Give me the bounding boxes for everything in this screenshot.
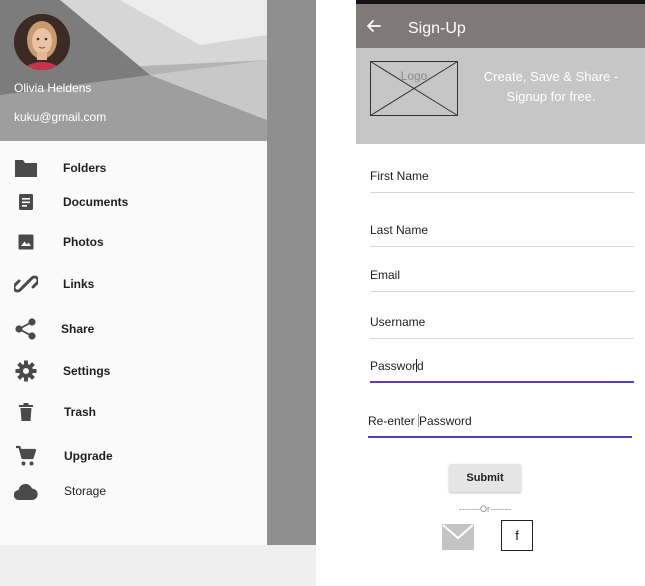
facebook-button[interactable]: f — [501, 520, 533, 551]
signup-banner: Logo Create, Save & Share - Signup for f… — [356, 48, 645, 144]
logo-placeholder: Logo — [370, 61, 458, 116]
app-content-scrim[interactable] — [267, 0, 316, 545]
nav-label: Storage — [64, 484, 107, 498]
banner-tagline: Create, Save & Share - Signup for free. — [483, 69, 619, 104]
username-field[interactable]: Username — [370, 311, 634, 339]
avatar[interactable] — [14, 14, 70, 70]
cart-icon — [13, 444, 39, 468]
folder-icon — [13, 156, 39, 180]
email-field[interactable]: Email — [370, 264, 634, 292]
password-text-end: d — [417, 359, 424, 373]
or-separator: -------Or------- — [459, 504, 511, 514]
password-label: Password — [370, 359, 424, 373]
username-label: Username — [370, 315, 426, 329]
nav-item-folders[interactable]: Folders — [0, 152, 267, 184]
nav-item-photos[interactable]: Photos — [0, 226, 267, 258]
app-bar: Sign-Up — [356, 4, 645, 48]
email-label: Email — [370, 268, 401, 282]
nav-label: Upgrade — [64, 449, 113, 463]
nav-item-share[interactable]: Share — [0, 313, 267, 345]
drawer-header: Olivia Heldens kuku@gmail.com — [0, 0, 267, 141]
cloud-icon — [13, 479, 39, 503]
page-title: Sign-Up — [408, 20, 466, 37]
profile-name: Olivia Heldens — [14, 81, 92, 95]
drawer-screen: Olivia Heldens kuku@gmail.com Folders Do… — [0, 0, 316, 586]
avatar-photo — [14, 14, 70, 70]
profile-email: kuku@gmail.com — [14, 110, 107, 124]
nav-item-trash[interactable]: Trash — [0, 396, 267, 428]
reenter-password-label: Re-enter Password — [368, 414, 472, 428]
nav-item-storage[interactable]: Storage — [0, 475, 267, 507]
image-icon — [13, 230, 39, 254]
nav-label: Documents — [63, 195, 129, 209]
logo-text: Logo — [400, 69, 428, 83]
link-icon — [13, 272, 39, 296]
app-root: Olivia Heldens kuku@gmail.com Folders Do… — [0, 0, 645, 586]
nav-label: Settings — [63, 364, 111, 378]
first-name-label: First Name — [370, 169, 429, 183]
trash-icon — [13, 400, 39, 424]
mail-icon[interactable] — [442, 524, 474, 550]
last-name-field[interactable]: Last Name — [370, 219, 634, 247]
nav-label: Trash — [64, 405, 97, 419]
nav-item-links[interactable]: Links — [0, 268, 267, 300]
nav-item-upgrade[interactable]: Upgrade — [0, 440, 267, 472]
last-name-label: Last Name — [370, 223, 429, 237]
password-field[interactable]: Password — [370, 355, 634, 383]
share-icon — [13, 317, 39, 341]
nav-label: Folders — [63, 161, 107, 175]
back-arrow-icon[interactable] — [364, 16, 384, 36]
nav-label: Links — [63, 277, 95, 291]
nav-label: Share — [61, 322, 95, 336]
gear-icon — [13, 359, 39, 383]
reenter-text-end: Password — [419, 414, 472, 428]
first-name-field[interactable]: First Name — [370, 165, 634, 193]
navigation-drawer: Olivia Heldens kuku@gmail.com Folders Do… — [0, 0, 267, 545]
password-text-start: Passwor — [370, 359, 417, 373]
nav-item-documents[interactable]: Documents — [0, 186, 267, 218]
submit-button[interactable]: Submit — [449, 464, 521, 492]
nav-label: Photos — [63, 235, 104, 249]
nav-item-settings[interactable]: Settings — [0, 355, 267, 387]
signup-screen: Sign-Up Logo Create, Save & Share - Sign… — [356, 0, 645, 586]
reenter-password-field[interactable]: Re-enter Password — [368, 410, 632, 438]
document-icon — [13, 190, 39, 214]
reenter-text-start: Re-enter — [368, 414, 419, 428]
